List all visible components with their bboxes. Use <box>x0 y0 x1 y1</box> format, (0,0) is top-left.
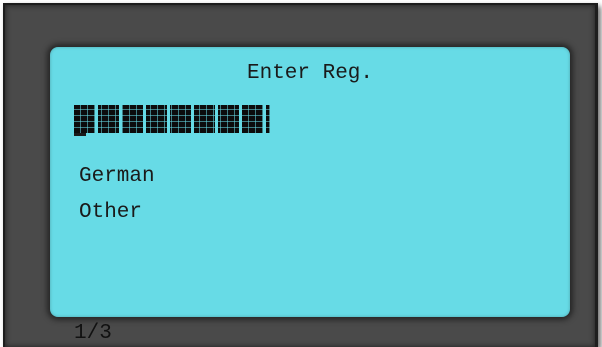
menu-option-german[interactable]: German <box>79 166 155 187</box>
lcd-screen: Enter Reg. German Other <box>50 47 570 317</box>
menu-option-other[interactable]: Other <box>79 202 142 223</box>
device-bezel: Enter Reg. German Other <box>3 3 598 347</box>
screen-title: Enter Reg. <box>246 62 374 85</box>
text-cursor <box>74 133 86 136</box>
page-indicator: 1/3 <box>74 322 112 345</box>
registration-input-field[interactable] <box>74 105 270 133</box>
